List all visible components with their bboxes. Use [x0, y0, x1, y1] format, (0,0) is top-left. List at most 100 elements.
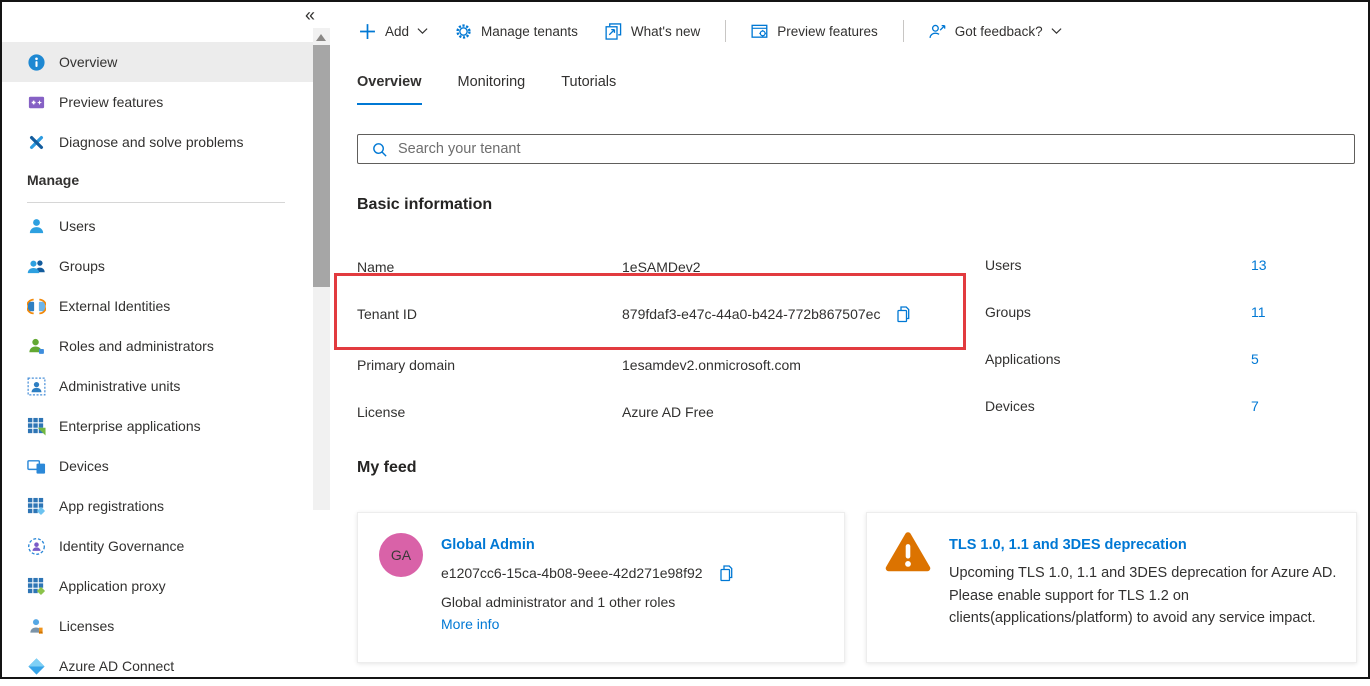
app-registrations-icon — [27, 497, 46, 516]
info-field-value: 1esamdev2.onmicrosoft.com — [622, 357, 801, 373]
tab-bar: Overview Monitoring Tutorials — [357, 74, 616, 105]
global-admin-title-link[interactable]: Global Admin — [441, 537, 535, 553]
sidebar-item-app-registrations[interactable]: App registrations — [2, 486, 314, 526]
devices-icon — [27, 457, 46, 476]
stat-row-users: Users13 — [985, 257, 1275, 277]
toolbar-button-label: Got feedback? — [955, 24, 1043, 39]
preview-window-icon — [751, 23, 768, 40]
sidebar-item-roles-and-administrators[interactable]: Roles and administrators — [2, 326, 314, 366]
tab-tutorials[interactable]: Tutorials — [561, 74, 616, 105]
avatar: GA — [379, 533, 423, 577]
info-field-label: Primary domain — [357, 357, 622, 373]
toolbar-button-label: Preview features — [777, 24, 878, 39]
tls-card-title-link[interactable]: TLS 1.0, 1.1 and 3DES deprecation — [949, 537, 1187, 553]
sidebar-item-users[interactable]: Users — [2, 206, 314, 246]
tenant-search-box[interactable] — [357, 134, 1355, 164]
got-feedback-button[interactable]: Got feedback? — [927, 19, 1064, 44]
sidebar-item-label: Preview features — [59, 94, 163, 110]
admin-user-id-value: e1207cc6-15ca-4b08-9eee-42d271e98f92 — [441, 565, 703, 581]
scrollbar-thumb[interactable] — [313, 45, 330, 287]
warning-icon — [884, 530, 932, 573]
sidebar-item-administrative-units[interactable]: Administrative units — [2, 366, 314, 406]
stat-link-devices[interactable]: 7 — [1251, 398, 1259, 414]
info-field-value: Azure AD Free — [622, 404, 714, 420]
tab-overview[interactable]: Overview — [357, 74, 422, 105]
sidebar-item-azure-ad-connect[interactable]: Azure AD Connect — [2, 646, 314, 686]
sidebar-item-external-identities[interactable]: External Identities — [2, 286, 314, 326]
enterprise-apps-icon — [27, 417, 46, 436]
sidebar-item-label: Users — [59, 218, 96, 234]
sidebar-item-preview-features[interactable]: Preview features — [2, 82, 314, 122]
copy-user-id-button[interactable] — [717, 564, 735, 582]
sidebar-item-devices[interactable]: Devices — [2, 446, 314, 486]
info-icon — [27, 53, 46, 72]
sidebar-item-diagnose-and-solve-problems[interactable]: Diagnose and solve problems — [2, 122, 314, 162]
sidebar-item-label: App registrations — [59, 498, 164, 514]
sidebar-item-label: Application proxy — [59, 578, 166, 594]
admin-units-icon — [27, 377, 46, 396]
add-button[interactable]: Add — [357, 19, 430, 44]
sidebar-item-label: Diagnose and solve problems — [59, 134, 243, 150]
stat-row-groups: Groups11 — [985, 304, 1275, 324]
sidebar-item-identity-governance[interactable]: Identity Governance — [2, 526, 314, 566]
toolbar-button-label: Manage tenants — [481, 24, 578, 39]
stat-link-groups[interactable]: 11 — [1251, 304, 1266, 320]
info-field-label: Tenant ID — [357, 306, 622, 322]
toolbar-divider — [725, 20, 726, 42]
feedback-person-icon — [929, 23, 946, 40]
stat-row-applications: Applications5 — [985, 351, 1275, 371]
sidebar: « Overview Preview features Diagnose and s… — [2, 2, 334, 677]
preview-sparkle-icon — [27, 93, 46, 112]
manage-tenants-button[interactable]: Manage tenants — [453, 19, 580, 44]
chevron-down-icon — [418, 27, 428, 35]
sidebar-collapse-button[interactable]: « — [305, 6, 315, 24]
stat-label: Devices — [985, 398, 1035, 414]
sidebar-item-label: Azure AD Connect — [59, 658, 174, 674]
preview-features-button[interactable]: Preview features — [749, 19, 880, 44]
identity-governance-icon — [27, 537, 46, 556]
sidebar-item-licenses[interactable]: Licenses — [2, 606, 314, 646]
toolbar-button-label: What's new — [631, 24, 700, 39]
sidebar-item-label: External Identities — [59, 298, 170, 314]
copy-tenant-id-button[interactable] — [894, 305, 912, 323]
whats-new-icon — [605, 23, 622, 40]
external-identities-icon — [27, 297, 46, 316]
tls-card-body: Upcoming TLS 1.0, 1.1 and 3DES deprecati… — [949, 562, 1353, 630]
copy-icon — [717, 564, 735, 582]
info-field-label: License — [357, 404, 622, 420]
global-admin-card: GA Global Admin e1207cc6-15ca-4b08-9eee-… — [357, 512, 845, 663]
sidebar-item-label: Administrative units — [59, 378, 180, 394]
sidebar-item-application-proxy[interactable]: Application proxy — [2, 566, 314, 606]
sidebar-nav-manage: Users Groups External Identities Roles and … — [2, 206, 314, 686]
more-info-link[interactable]: More info — [441, 616, 499, 632]
sidebar-item-label: Roles and administrators — [59, 338, 214, 354]
sidebar-scrollbar[interactable] — [313, 28, 330, 510]
basic-information-heading: Basic information — [357, 196, 492, 214]
toolbar-button-label: Add — [385, 24, 409, 39]
sidebar-section-header: Manage — [27, 172, 79, 188]
sidebar-nav-top: Overview Preview features Diagnose and sol… — [2, 42, 314, 162]
diagnose-tools-icon — [27, 133, 46, 152]
azure-ad-connect-icon — [27, 657, 46, 676]
stat-link-applications[interactable]: 5 — [1251, 351, 1259, 367]
stat-link-users[interactable]: 13 — [1251, 257, 1267, 273]
plus-icon — [359, 23, 376, 40]
what-s-new-button[interactable]: What's new — [603, 19, 702, 44]
sidebar-item-overview[interactable]: Overview — [2, 42, 314, 82]
sidebar-item-enterprise-applications[interactable]: Enterprise applications — [2, 406, 314, 446]
tab-monitoring[interactable]: Monitoring — [458, 74, 526, 105]
user-icon — [27, 217, 46, 236]
tls-deprecation-card: TLS 1.0, 1.1 and 3DES deprecation Upcomi… — [866, 512, 1357, 663]
search-input[interactable] — [388, 141, 1354, 157]
gear-icon — [455, 23, 472, 40]
licenses-icon — [27, 617, 46, 636]
info-field-value: 879fdaf3-e47c-44a0-b424-772b867507ec — [622, 306, 880, 322]
sidebar-item-groups[interactable]: Groups — [2, 246, 314, 286]
sidebar-item-label: Overview — [59, 54, 117, 70]
command-bar: Add Manage tenants What's new Preview featu… — [357, 15, 1087, 47]
scroll-up-arrow-icon[interactable] — [316, 34, 326, 41]
toolbar-divider — [903, 20, 904, 42]
admin-user-id: e1207cc6-15ca-4b08-9eee-42d271e98f92 — [441, 564, 735, 582]
azure-ad-overview-page: « Overview Preview features Diagnose and s… — [0, 0, 1370, 679]
admin-roles-text: Global administrator and 1 other roles — [441, 594, 675, 610]
